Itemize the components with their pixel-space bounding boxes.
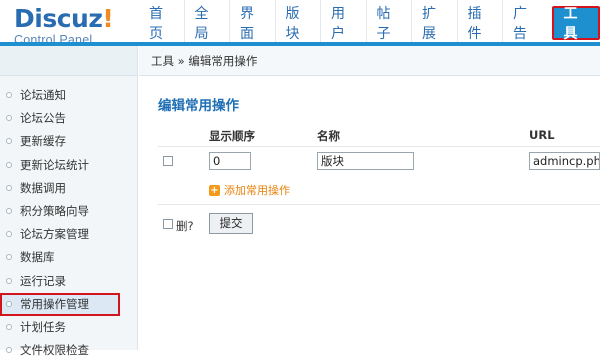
sidebar-item-label: 数据库 [20,250,55,264]
sidebar-item-data-call[interactable]: 数据调用 [0,177,137,200]
sidebar: 论坛通知 论坛公告 更新缓存 更新论坛统计 数据调用 积分策略向导 论坛方案管理… [0,46,138,350]
logo[interactable]: Discuz! Control Panel [14,6,134,44]
nav-item-interface[interactable]: 界面 [229,0,275,46]
sidebar-list: 论坛通知 论坛公告 更新缓存 更新论坛统计 数据调用 积分策略向导 论坛方案管理… [0,76,137,362]
sidebar-item-label: 数据调用 [20,181,66,195]
sidebar-header [0,46,137,76]
nav-item-ads[interactable]: 广告 [502,0,548,46]
nav-item-users[interactable]: 用户 [320,0,366,46]
sidebar-item-label: 常用操作管理 [20,297,89,311]
sidebar-item-label: 论坛方案管理 [20,227,89,241]
sidebar-item-forum-scheme[interactable]: 论坛方案管理 [0,223,137,246]
top-nav: 首页 全局 界面 版块 用户 帖子 扩展 插件 广告 工具 [139,0,600,46]
logo-brand-text: Discuz [14,4,102,33]
nav-item-forums[interactable]: 版块 [275,0,321,46]
sidebar-item-label: 论坛公告 [20,111,66,125]
nav-item-global[interactable]: 全局 [184,0,230,46]
bullet-icon [6,347,12,353]
sidebar-item-common-ops[interactable]: 常用操作管理 [0,293,120,316]
sidebar-item-label: 文件权限检查 [20,343,89,357]
nav-item-tools[interactable]: 工具 [552,6,600,40]
logo-brand: Discuz! [14,6,134,32]
nav-item-plugins[interactable]: 插件 [457,0,503,46]
url-input[interactable]: admincp.php? [529,152,600,170]
row-select-checkbox[interactable] [163,156,173,166]
nav-item-extensions[interactable]: 扩展 [411,0,457,46]
bullet-icon [6,138,12,144]
bullet-icon [6,92,12,98]
bullet-icon [6,254,12,260]
column-header-order: 显示顺序 [209,128,255,144]
main-content: 工具 » 编辑常用操作 编辑常用操作 显示顺序 名称 URL 0 版块 admi… [139,46,600,350]
page-title: 编辑常用操作 [158,94,239,114]
bullet-icon [6,208,12,214]
sidebar-item-update-stats[interactable]: 更新论坛统计 [0,154,137,177]
add-operation-label: 添加常用操作 [224,182,290,198]
sidebar-item-credit-wizard[interactable]: 积分策略向导 [0,200,137,223]
bullet-icon [6,115,12,121]
sidebar-item-forum-notice[interactable]: 论坛通知 [0,84,137,107]
delete-all-checkbox[interactable] [163,219,173,229]
column-header-url: URL [529,128,555,142]
header: Discuz! Control Panel 首页 全局 界面 版块 用户 帖子 … [0,0,600,46]
order-input[interactable]: 0 [209,152,251,170]
bullet-icon [6,231,12,237]
sidebar-item-label: 计划任务 [20,320,66,334]
submit-button[interactable]: 提交 [209,213,253,234]
bullet-icon [6,162,12,168]
row-divider [158,146,600,147]
sidebar-item-label: 运行记录 [20,274,66,288]
sidebar-item-label: 积分策略向导 [20,204,89,218]
plus-icon: + [209,185,220,196]
sidebar-item-file-permissions[interactable]: 文件权限检查 [0,339,137,362]
nav-item-posts[interactable]: 帖子 [366,0,412,46]
bullet-icon [6,185,12,191]
sidebar-item-label: 更新论坛统计 [20,158,89,172]
sidebar-item-update-cache[interactable]: 更新缓存 [0,130,137,153]
sidebar-item-scheduled-tasks[interactable]: 计划任务 [0,316,137,339]
sidebar-item-label: 论坛通知 [20,88,66,102]
add-operation-link[interactable]: + 添加常用操作 [209,182,290,198]
bullet-icon [6,301,12,307]
breadcrumb: 工具 » 编辑常用操作 [139,46,600,76]
bullet-icon [6,278,12,284]
name-input[interactable]: 版块 [317,152,414,170]
logo-bang: ! [102,4,113,33]
sidebar-item-label: 更新缓存 [20,134,66,148]
sidebar-item-database[interactable]: 数据库 [0,246,137,269]
bullet-icon [6,324,12,330]
sidebar-item-run-log[interactable]: 运行记录 [0,270,137,293]
row-divider [158,204,600,205]
sidebar-item-announcements[interactable]: 论坛公告 [0,107,137,130]
delete-label: 删? [176,218,194,234]
column-header-name: 名称 [317,128,340,144]
nav-item-home[interactable]: 首页 [139,0,184,46]
